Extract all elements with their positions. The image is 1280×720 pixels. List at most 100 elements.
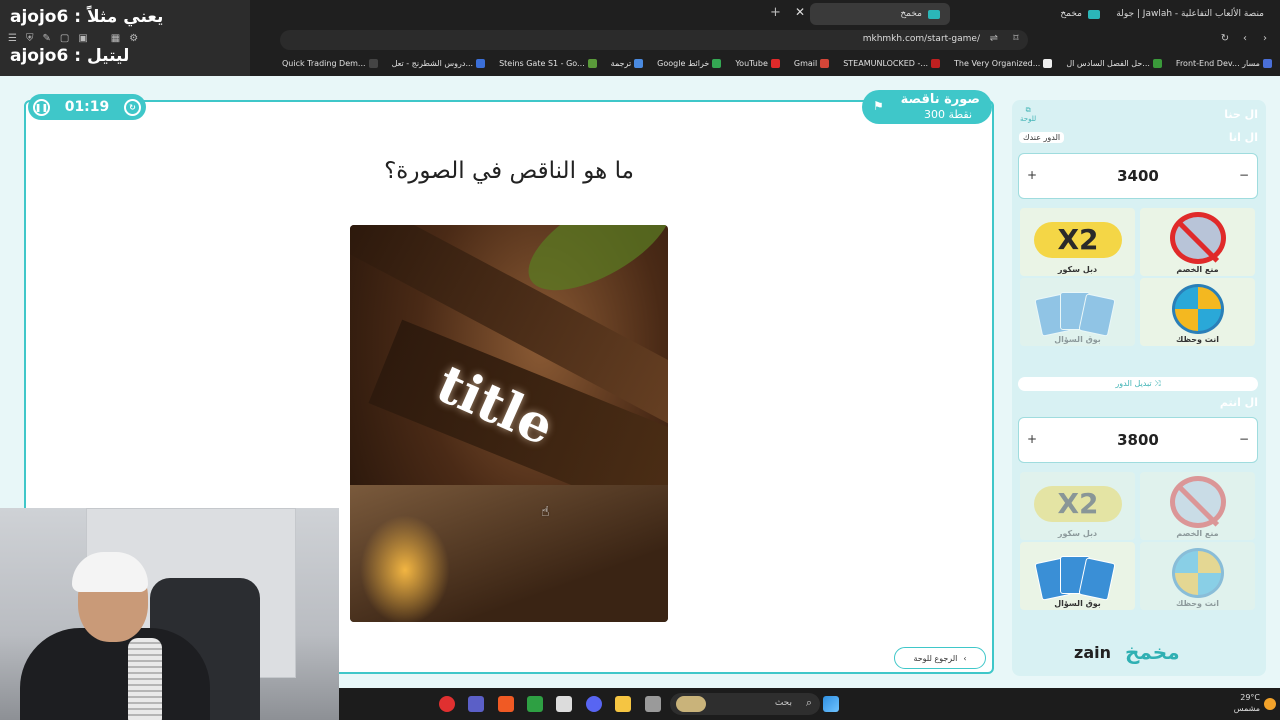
tab-favicon-icon [928, 9, 940, 19]
temperature: 29°C [1240, 693, 1260, 702]
bookmark-item[interactable]: Gmail [794, 58, 830, 68]
bookmark-item[interactable]: YouTube [735, 58, 780, 68]
address-bar[interactable]: mkhmkh.com/start-game/ ⇌ [280, 30, 1028, 50]
brave-icon[interactable] [498, 696, 514, 712]
category-name: صورة ناقصة [900, 92, 980, 107]
teams-icon[interactable] [468, 696, 484, 712]
folder-icon[interactable] [615, 696, 631, 712]
grid-icon[interactable]: ▦ [111, 33, 120, 44]
bookmarks-bar: Quick Trading Dem... دروس الشطرنج - تعل.… [282, 55, 1280, 71]
bookmark-favicon-icon [1262, 58, 1272, 68]
question-image: title [350, 225, 668, 622]
double-score-tool[interactable]: X2 دبل سكور [1020, 208, 1135, 276]
back-to-board-button[interactable]: الرجوع للوحة ‹ [894, 647, 986, 669]
bookmark-item[interactable]: Google خرائط [657, 58, 722, 68]
back-icon[interactable]: ‹ [1239, 33, 1251, 45]
team1-tools: X2 دبل سكور منع الخصم بوق السؤال انت وحظ… [1020, 208, 1256, 348]
bookmark-favicon-icon [820, 58, 830, 68]
bookmark-item[interactable]: The Very Organized... [954, 58, 1053, 68]
swap-turn-button[interactable]: تبديل الدور ⤨ [1018, 377, 1258, 391]
luck-wheel-tool[interactable]: انت وحظك [1140, 278, 1255, 346]
bookmark-favicon-icon [1043, 58, 1053, 68]
xbox-icon[interactable] [527, 696, 543, 712]
reload-icon[interactable]: ↻ [1219, 33, 1231, 45]
shield-icon[interactable]: ⛨ [26, 33, 34, 44]
flag-icon[interactable]: ⚑ [873, 99, 884, 113]
bookmark-item[interactable]: Steins Gate S1 - Go... [499, 58, 597, 68]
zain-logo: zain [1074, 642, 1111, 662]
close-tab-icon[interactable]: ✕ [795, 5, 805, 19]
tab-inactive[interactable]: جولة | Jawlah - منصة الألعاب التفاعلية [1116, 3, 1280, 25]
minus-icon[interactable]: − [1239, 432, 1249, 446]
chevron-left-icon: ‹ [963, 653, 967, 663]
category-badge: ⚑ صورة ناقصة 300 نقطة [862, 90, 992, 124]
board-link[interactable]: ⧉ للوحة [1020, 106, 1036, 123]
team1-score-box: + 3400 − [1018, 153, 1258, 199]
double-score-tool[interactable]: X2 دبل سكور [1020, 472, 1135, 540]
board-icon: ⧉ [1025, 106, 1031, 114]
app-icon[interactable] [645, 696, 661, 712]
minus-icon[interactable]: − [1239, 168, 1249, 182]
pin-icon[interactable]: ✎ [42, 33, 50, 44]
reset-timer-icon[interactable]: ↻ [123, 98, 141, 116]
taskbar: بحث ⌕ 29°C مشمس [339, 688, 1280, 720]
weather-label: مشمس [1233, 704, 1260, 713]
bookmark-item[interactable]: STEAMUNLOCKED -... [843, 58, 941, 68]
pause-icon[interactable]: ❚❚ [33, 98, 50, 116]
settings-icon[interactable]: ⚙ [129, 33, 138, 44]
mkhmkh-logo: مخمخ [1124, 640, 1180, 664]
team1-name: ال حنا [1224, 108, 1258, 121]
bookmark-item[interactable]: دروس الشطرنج - تعل... [392, 58, 486, 68]
overlay-toolbar: ☰ ⛨ ✎ ▢ ▣ ▦ ⚙ [8, 33, 138, 44]
ban-icon [1170, 476, 1226, 528]
obs-icon[interactable] [439, 696, 455, 712]
chat-message: ajojo6 : ليتيل [10, 46, 130, 66]
question-cards-tool[interactable]: بوق السؤال [1020, 278, 1135, 346]
swap-icon: ⤨ [1154, 379, 1161, 388]
tab-inactive[interactable]: مخمخ [1000, 3, 1110, 25]
menu-icon[interactable]: ☰ [8, 33, 17, 44]
panel-icon[interactable]: ▣ [78, 33, 87, 44]
question-cards-tool[interactable]: بوق السؤال [1020, 542, 1135, 610]
back-label: الرجوع للوحة [913, 653, 958, 663]
x2-icon: X2 [1034, 486, 1122, 522]
bookmark-favicon-icon [476, 58, 486, 68]
wheel-icon [1172, 284, 1224, 334]
taskbar-search[interactable]: بحث ⌕ [670, 693, 820, 715]
discord-icon[interactable] [586, 696, 602, 712]
forward-icon[interactable]: › [1259, 33, 1271, 45]
team2-name: ال انتم [1219, 396, 1258, 409]
team2-score-box: + 3800 − [1018, 417, 1258, 463]
luck-wheel-tool[interactable]: انت وحظك [1140, 542, 1255, 610]
bookmark-favicon-icon [770, 58, 780, 68]
window-icon[interactable]: ▢ [60, 33, 69, 44]
weather-widget[interactable]: 29°C مشمس [1234, 692, 1260, 714]
ban-icon [1170, 212, 1226, 264]
timer: ❚❚ 01:19 ↻ [28, 94, 146, 120]
start-icon[interactable] [823, 696, 839, 712]
sponsor-logos: zain مخمخ [1074, 640, 1180, 664]
bookmark-item[interactable]: Front-End Dev... مسار [1176, 58, 1272, 68]
microphone-icon [128, 638, 162, 720]
search-highlight-icon [676, 696, 706, 712]
tab-label: جولة | Jawlah - منصة الألعاب التفاعلية [1116, 9, 1264, 19]
bookmark-item[interactable]: Quick Trading Dem... [282, 58, 378, 68]
bookmark-item[interactable]: حل الفصل السادس ال... [1066, 58, 1162, 68]
bookmark-item[interactable]: ترجمة [611, 58, 644, 68]
wheel-icon [1172, 548, 1224, 598]
store-icon[interactable] [556, 696, 572, 712]
block-opponent-tool[interactable]: منع الخصم [1140, 472, 1255, 540]
bookmark-icon[interactable]: ⌑ [1010, 33, 1022, 45]
block-opponent-tool[interactable]: منع الخصم [1140, 208, 1255, 276]
site-settings-icon[interactable]: ⇌ [990, 33, 998, 44]
tab-label: مخمخ [1060, 9, 1082, 19]
tab-strip: + ✕ مخمخ مخمخ جولة | Jawlah - منصة الألع… [250, 0, 1280, 27]
url-text: mkhmkh.com/start-game/ [862, 34, 980, 44]
tab-active[interactable]: مخمخ [810, 3, 950, 25]
turn-badge: الدور عندك [1019, 132, 1065, 143]
cards-icon [1034, 554, 1118, 601]
teams-panel: ⧉ للوحة ال حنا ال انا الدور عندك + 3400 … [1012, 100, 1266, 676]
new-tab-button[interactable]: + [770, 5, 781, 20]
sun-icon [1264, 698, 1276, 710]
team1-sub: ال انا [1228, 131, 1258, 144]
